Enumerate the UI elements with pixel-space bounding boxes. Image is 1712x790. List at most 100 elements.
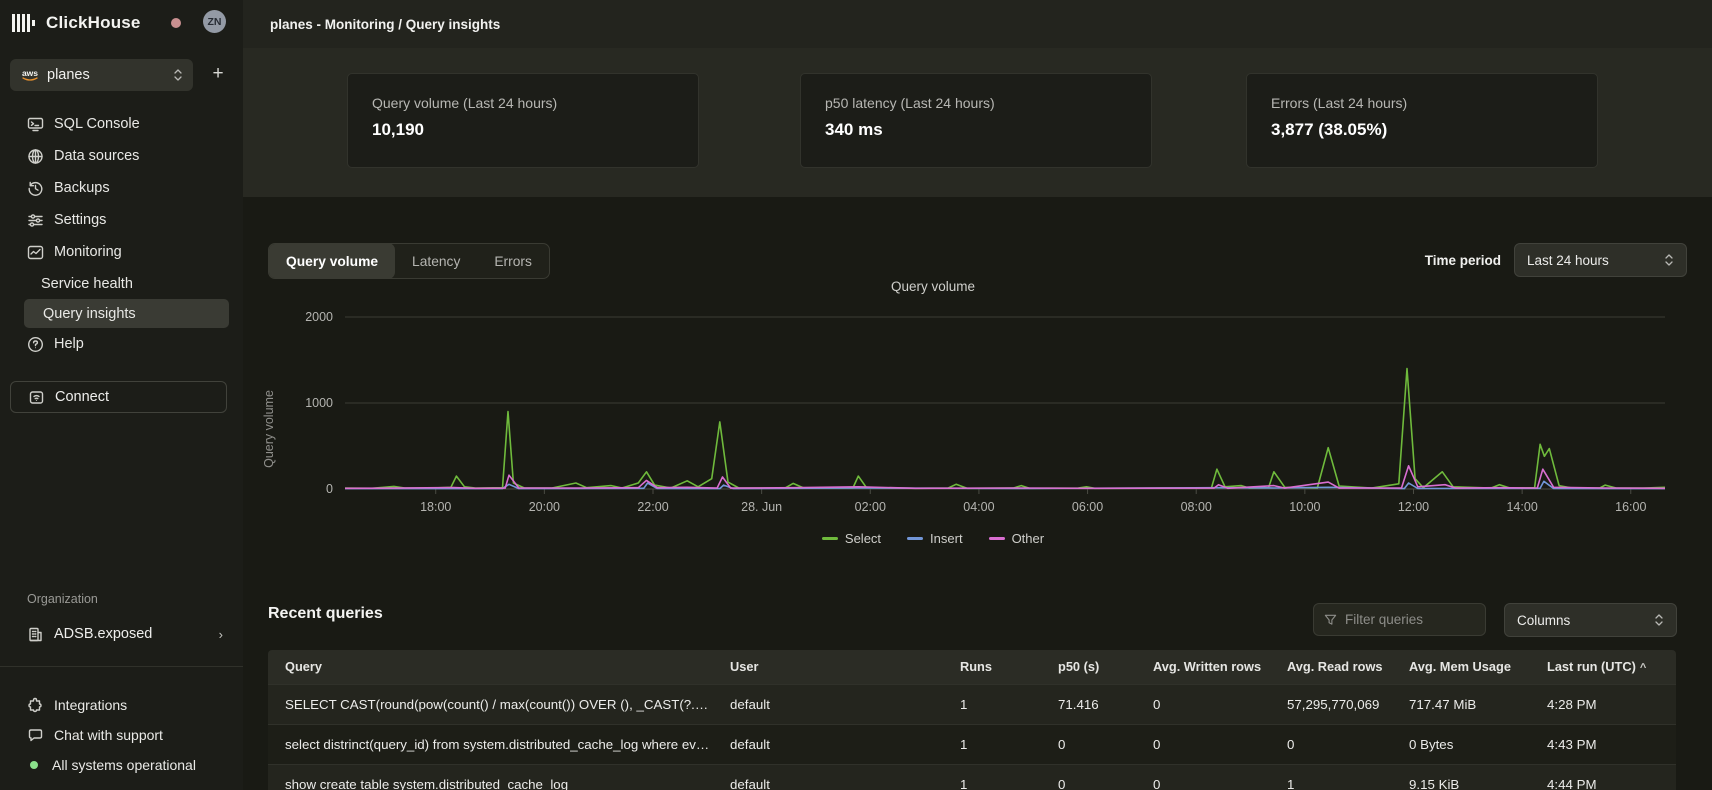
organization-item[interactable]: ADSB.exposed › — [0, 618, 243, 650]
cell-avg-written: 0 — [1143, 684, 1277, 724]
svg-text:08:00: 08:00 — [1181, 500, 1212, 514]
column-header-query[interactable]: Query — [268, 650, 720, 684]
svg-text:12:00: 12:00 — [1398, 500, 1429, 514]
columns-select-value: Columns — [1517, 613, 1570, 628]
legend-item-select[interactable]: Select — [822, 531, 881, 546]
sidebar-item-data-sources[interactable]: Data sources — [0, 140, 243, 172]
table-row[interactable]: SELECT CAST(round(pow(count() / max(coun… — [268, 684, 1676, 724]
status-ok-dot-icon — [30, 761, 38, 769]
stat-value: 3,877 (38.05%) — [1271, 120, 1573, 140]
service-name: planes — [47, 67, 173, 83]
sidebar-item-service-health[interactable]: Service health — [0, 268, 243, 299]
svg-text:18:00: 18:00 — [420, 500, 451, 514]
filter-queries-input[interactable] — [1345, 612, 1475, 627]
cell-runs: 1 — [950, 724, 1048, 764]
legend-item-insert[interactable]: Insert — [907, 531, 963, 546]
system-status-item[interactable]: All systems operational — [0, 750, 243, 780]
cell-query: select distrinct(query_id) from system.d… — [268, 724, 720, 764]
chart-legend: Select Insert Other — [243, 531, 1623, 546]
cell-last-run: 4:28 PM — [1537, 684, 1676, 724]
app-window: ClickHouse ZN aws planes + SQL Console — [0, 0, 1712, 790]
svg-text:20:00: 20:00 — [529, 500, 560, 514]
sidebar-item-backups[interactable]: Backups — [0, 172, 243, 204]
sidebar-item-query-insights[interactable]: Query insights — [24, 299, 229, 328]
column-header-avg-written[interactable]: Avg. Written rows — [1143, 650, 1277, 684]
sidebar-item-chat-support[interactable]: Chat with support — [0, 720, 243, 750]
content: Query volume Latency Errors Time period … — [243, 197, 1712, 790]
organization-section-label: Organization — [27, 592, 98, 606]
sidebar-item-integrations[interactable]: Integrations — [0, 690, 243, 720]
tab-latency[interactable]: Latency — [395, 243, 477, 279]
time-period-control: Time period Last 24 hours — [1425, 243, 1687, 277]
cell-runs: 1 — [950, 764, 1048, 790]
cell-user: default — [720, 684, 950, 724]
legend-item-other[interactable]: Other — [989, 531, 1045, 546]
column-header-last-run[interactable]: Last run (UTC)^ — [1537, 650, 1676, 684]
breadcrumb: planes - Monitoring / Query insights — [270, 17, 500, 32]
cell-avg-mem: 717.47 MiB — [1399, 684, 1537, 724]
column-header-avg-mem[interactable]: Avg. Mem Usage — [1399, 650, 1537, 684]
cell-avg-read: 57,295,770,069 — [1277, 684, 1399, 724]
time-period-select[interactable]: Last 24 hours — [1514, 243, 1687, 277]
sidebar-item-label: Backups — [54, 180, 110, 196]
columns-select[interactable]: Columns — [1504, 603, 1677, 637]
svg-text:22:00: 22:00 — [637, 500, 668, 514]
organization-building-icon — [27, 626, 44, 643]
svg-text:04:00: 04:00 — [963, 500, 994, 514]
table-row[interactable]: select distrinct(query_id) from system.d… — [268, 724, 1676, 764]
svg-text:2000: 2000 — [305, 310, 333, 324]
tab-query-volume[interactable]: Query volume — [269, 243, 395, 279]
clickhouse-logo-icon — [12, 14, 35, 32]
sidebar-item-settings[interactable]: Settings — [0, 204, 243, 236]
monitoring-icon — [27, 244, 44, 261]
cell-avg-written: 0 — [1143, 724, 1277, 764]
logo-row: ClickHouse ZN — [12, 10, 232, 36]
svg-text:10:00: 10:00 — [1289, 500, 1320, 514]
cell-avg-mem: 0 Bytes — [1399, 724, 1537, 764]
svg-text:28. Jun: 28. Jun — [741, 500, 782, 514]
connect-label: Connect — [55, 389, 109, 405]
column-header-avg-read[interactable]: Avg. Read rows — [1277, 650, 1399, 684]
svg-text:0: 0 — [326, 482, 333, 496]
system-status-label: All systems operational — [52, 757, 196, 773]
sidebar-item-label: Query insights — [43, 306, 136, 322]
filter-queries-box[interactable] — [1313, 603, 1486, 636]
cell-p50: 0 — [1048, 724, 1143, 764]
other-series-swatch-icon — [989, 537, 1005, 540]
sidebar-item-monitoring[interactable]: Monitoring — [0, 236, 243, 268]
organization-name: ADSB.exposed — [54, 626, 152, 642]
svg-text:06:00: 06:00 — [1072, 500, 1103, 514]
sidebar-divider — [0, 666, 243, 667]
cell-user: default — [720, 724, 950, 764]
filter-funnel-icon — [1324, 613, 1337, 627]
add-service-button[interactable]: + — [207, 64, 229, 86]
chat-bubble-icon — [27, 727, 44, 744]
sidebar-item-label: Chat with support — [54, 727, 163, 743]
cell-last-run: 4:43 PM — [1537, 724, 1676, 764]
cell-p50: 0 — [1048, 764, 1143, 790]
sidebar-item-sql-console[interactable]: SQL Console — [0, 108, 243, 140]
notification-dot — [171, 18, 181, 28]
column-header-p50[interactable]: p50 (s) — [1048, 650, 1143, 684]
stat-label: p50 latency (Last 24 hours) — [825, 95, 1127, 111]
service-selector[interactable]: aws planes — [10, 59, 193, 91]
tab-errors[interactable]: Errors — [477, 243, 549, 279]
cell-avg-read: 0 — [1277, 724, 1399, 764]
stat-value: 10,190 — [372, 120, 674, 140]
sidebar-item-help[interactable]: Help — [0, 328, 243, 360]
cell-query: SELECT CAST(round(pow(count() / max(coun… — [268, 684, 720, 724]
svg-text:1000: 1000 — [305, 396, 333, 410]
connect-button[interactable]: Connect — [10, 381, 227, 413]
user-avatar[interactable]: ZN — [203, 10, 226, 33]
table-row[interactable]: show create table system.distributed_cac… — [268, 764, 1676, 790]
column-header-user[interactable]: User — [720, 650, 950, 684]
column-header-runs[interactable]: Runs — [950, 650, 1048, 684]
chart-title: Query volume — [243, 279, 1623, 294]
time-period-label: Time period — [1425, 253, 1501, 268]
stat-card-query-volume: Query volume (Last 24 hours) 10,190 — [347, 73, 699, 168]
stats-band: Query volume (Last 24 hours) 10,190 p50 … — [243, 48, 1712, 197]
stat-label: Errors (Last 24 hours) — [1271, 95, 1573, 111]
cell-avg-mem: 9.15 KiB — [1399, 764, 1537, 790]
svg-text:16:00: 16:00 — [1615, 500, 1646, 514]
time-period-value: Last 24 hours — [1527, 253, 1609, 268]
